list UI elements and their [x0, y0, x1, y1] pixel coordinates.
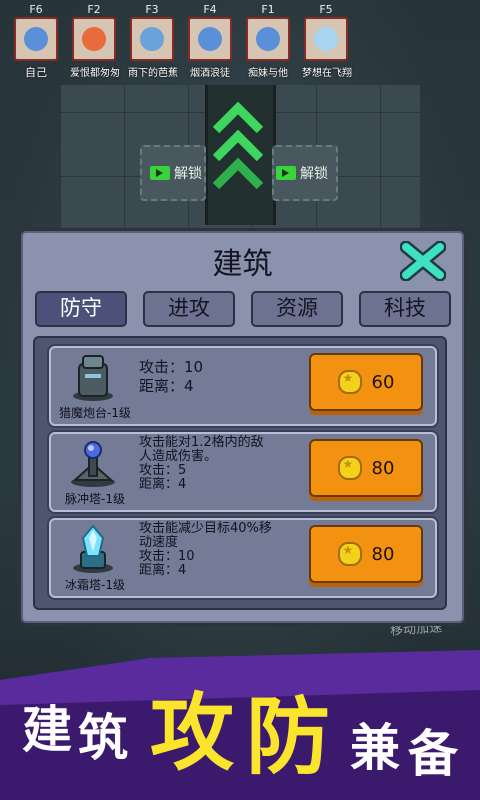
coin-icon: [337, 370, 362, 394]
tab-tech[interactable]: 科技: [359, 291, 451, 327]
price: 80: [371, 457, 395, 479]
building-stats: 攻击能减少目标40%移 动速度 攻击：10 距离：4: [139, 522, 329, 578]
unlock-label: 解锁: [300, 166, 328, 182]
close-icon[interactable]: [400, 241, 446, 281]
ice-tower-icon: [73, 524, 113, 573]
banner-char: 备: [408, 725, 458, 783]
list-item: 脉冲塔-1级 攻击能对1.2格内的敌 人造成伤害。 攻击：5 距离：4 80: [49, 432, 437, 512]
path-arrow-icon: [212, 157, 264, 190]
avatar: [72, 17, 116, 61]
player-slot[interactable]: F2 爱恨都匆匆: [70, 3, 120, 80]
banner-char: 筑: [78, 709, 128, 767]
building-stats: 攻击能对1.2格内的敌 人造成伤害。 攻击：5 距离：4: [139, 436, 329, 492]
building-description: 动速度: [139, 535, 179, 550]
buy-button[interactable]: 60: [309, 353, 423, 411]
player-name: 雨下的芭蕉: [128, 68, 178, 79]
player-slot[interactable]: F4 烟酒浪徒: [186, 4, 234, 79]
pulse-tower-icon: [71, 441, 115, 487]
player-key: F6: [29, 3, 43, 16]
avatar: [130, 17, 174, 61]
banner-char: 防: [246, 688, 331, 786]
player-name: 自己: [25, 66, 47, 79]
range-stat: 距离：4: [139, 563, 187, 578]
player-name: 烟酒浪徒: [190, 68, 230, 79]
player-key: F3: [145, 3, 159, 16]
player-key: F4: [203, 3, 217, 16]
coin-icon: [337, 542, 362, 566]
turret-icon: [73, 355, 113, 401]
building-stats: 攻击：10 距离：4: [139, 358, 329, 396]
attack-stat: 攻击：5: [139, 463, 187, 478]
tab-attack[interactable]: 进攻: [143, 291, 235, 327]
banner-char: 建: [22, 701, 72, 759]
dialog-title: 建筑: [212, 247, 273, 282]
avatar: [304, 17, 348, 61]
player-key: F5: [319, 3, 333, 16]
attack-stat: 攻击：10: [139, 358, 204, 376]
range-stat: 距离：4: [139, 477, 187, 492]
build-dialog: 建筑 防守 进攻 资源 科技 猎魔炮台-1级 攻击：10 距离：4 60: [18, 228, 467, 626]
player-name: 爱恨都匆匆: [70, 68, 120, 79]
player-bar: F6 自己 F2 爱恨都匆匆 F3 雨下的芭蕉 F4 烟酒浪徒 F1 痴妹与他 …: [0, 0, 480, 80]
unlock-label: 解锁: [174, 166, 202, 182]
list-item: 猎魔炮台-1级 攻击：10 距离：4 60: [49, 346, 437, 426]
attack-stat: 攻击：10: [139, 549, 195, 564]
coin-icon: [337, 456, 362, 480]
building-name: 冰霜塔-1级: [65, 578, 125, 592]
building-description: 人造成伤害。: [139, 449, 218, 464]
player-slot[interactable]: F6 自己: [12, 4, 60, 80]
building-name: 猎魔炮台-1级: [59, 406, 131, 420]
building-name: 脉冲塔-1级: [65, 492, 125, 506]
unlock-button-right[interactable]: 解锁: [276, 160, 328, 186]
tab-defense[interactable]: 防守: [35, 291, 127, 327]
tab-resources[interactable]: 资源: [251, 291, 343, 327]
building-description: 攻击能对1.2格内的敌: [139, 435, 264, 450]
building-list: 猎魔炮台-1级 攻击：10 距离：4 60 脉冲塔-1级 攻击能对1.2格内的敌: [33, 336, 447, 610]
price: 60: [371, 371, 395, 393]
player-name: 梦想在飞翔: [302, 68, 352, 79]
player-slot[interactable]: F1 痴妹与他: [244, 4, 292, 79]
player-name: 痴妹与他: [248, 68, 288, 79]
avatar: [246, 17, 290, 61]
banner-char: 攻: [150, 684, 235, 782]
promo-banner: 建 筑 攻 防 兼 备: [0, 650, 480, 800]
unlock-button-left[interactable]: 解锁: [150, 160, 202, 186]
buy-button[interactable]: 80: [309, 525, 423, 583]
building-description: 攻击能减少目标40%移: [139, 521, 272, 536]
price: 80: [371, 543, 395, 565]
list-item: 冰霜塔-1级 攻击能减少目标40%移 动速度 攻击：10 距离：4 80: [49, 518, 437, 598]
banner-char: 兼: [350, 719, 400, 777]
player-key: F2: [87, 3, 101, 16]
video-icon: [150, 166, 170, 180]
player-key: F1: [261, 3, 275, 16]
player-slot[interactable]: F3 雨下的芭蕉: [128, 3, 178, 80]
video-icon: [276, 166, 296, 180]
buy-button[interactable]: 80: [309, 439, 423, 497]
avatar: [188, 17, 232, 61]
category-tabs: 防守 进攻 资源 科技: [35, 291, 455, 327]
player-slot[interactable]: F5 梦想在飞翔: [302, 3, 352, 80]
avatar: [14, 17, 58, 61]
range-stat: 距离：4: [139, 377, 194, 395]
